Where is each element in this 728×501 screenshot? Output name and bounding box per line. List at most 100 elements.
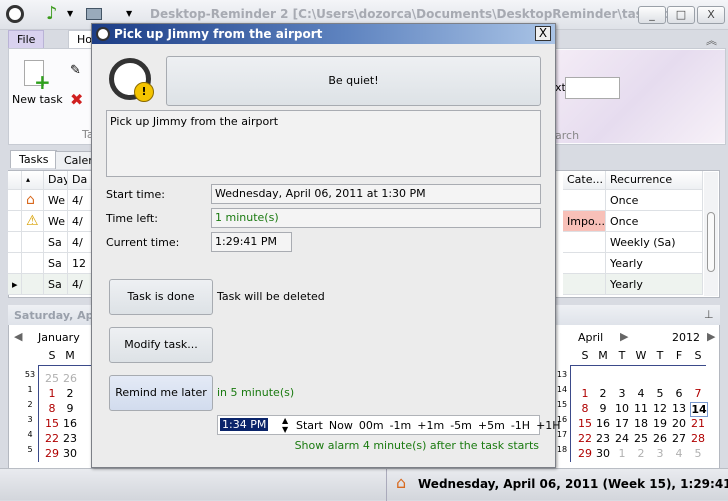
calendar-day[interactable]: 5 bbox=[690, 447, 706, 460]
column-header-day[interactable]: Day bbox=[44, 171, 68, 190]
cell-date[interactable]: 4/ bbox=[68, 211, 92, 232]
quick-adjust-Start-button[interactable]: Start bbox=[296, 419, 323, 432]
quick-adjust-1H-button[interactable]: +1H bbox=[536, 419, 561, 432]
calendar-day[interactable]: 26 bbox=[652, 432, 668, 445]
quick-adjust-5m-button[interactable]: +5m bbox=[478, 419, 505, 432]
row-indicator[interactable] bbox=[8, 232, 22, 253]
cell-category[interactable] bbox=[563, 253, 606, 274]
column-header-recurrence[interactable]: Recurrence bbox=[606, 171, 703, 190]
calendar-day[interactable]: 25 bbox=[633, 432, 649, 445]
music-note-icon[interactable]: ♪ bbox=[46, 3, 58, 24]
calendar-day[interactable]: 16 bbox=[595, 417, 611, 430]
quick-adjust-00m-button[interactable]: 00m bbox=[359, 419, 384, 432]
calendar-day[interactable]: 10 bbox=[614, 402, 630, 415]
cell-date[interactable]: 4/ bbox=[68, 232, 92, 253]
calendar-day[interactable]: 6 bbox=[671, 387, 687, 400]
cell-category[interactable] bbox=[563, 190, 606, 211]
calendar-day[interactable]: 15 bbox=[577, 417, 593, 430]
be-quiet-button[interactable]: Be quiet! bbox=[166, 56, 541, 106]
calendar-day[interactable]: 19 bbox=[652, 417, 668, 430]
calendar-day[interactable]: 2 bbox=[633, 447, 649, 460]
pin-icon[interactable]: ⊥ bbox=[704, 308, 714, 321]
calendar-day[interactable]: 9 bbox=[62, 402, 78, 415]
calendar-day[interactable]: 11 bbox=[633, 402, 649, 415]
column-header-category[interactable]: Cate... bbox=[563, 171, 606, 190]
calendar-day[interactable]: 1 bbox=[614, 447, 630, 460]
cell-date[interactable]: 12 bbox=[68, 253, 92, 274]
calendar-day[interactable]: 3 bbox=[614, 387, 630, 400]
cell-category[interactable] bbox=[563, 274, 606, 295]
calendar-day[interactable]: 15 bbox=[44, 417, 60, 430]
quick-adjust-1m-button[interactable]: -1m bbox=[390, 419, 412, 432]
close-button[interactable]: X bbox=[697, 6, 725, 24]
collapse-ribbon-icon[interactable]: ︽ bbox=[706, 32, 717, 48]
row-indicator[interactable]: ▸ bbox=[8, 274, 22, 295]
cell-day[interactable]: We bbox=[44, 190, 68, 211]
calendar-day[interactable]: 18 bbox=[633, 417, 649, 430]
calendar-day[interactable]: 20 bbox=[671, 417, 687, 430]
row-indicator[interactable] bbox=[8, 253, 22, 274]
next-year-icon[interactable]: ▶ bbox=[707, 330, 715, 343]
calendar-day[interactable]: 29 bbox=[577, 447, 593, 460]
modify-task-button[interactable]: Modify task... bbox=[109, 327, 213, 363]
remind-time-input[interactable]: 1:34 PM bbox=[220, 418, 269, 431]
customize-toolbar-icon[interactable]: ▼ bbox=[126, 9, 132, 18]
calendar-day[interactable]: 22 bbox=[44, 432, 60, 445]
prev-month-icon[interactable]: ◀ bbox=[14, 330, 22, 343]
calendar-day[interactable]: 30 bbox=[595, 447, 611, 460]
cell-day[interactable]: We bbox=[44, 211, 68, 232]
cell-day[interactable]: Sa bbox=[44, 232, 68, 253]
calendar-day[interactable]: 22 bbox=[577, 432, 593, 445]
calendar-day[interactable]: 4 bbox=[671, 447, 687, 460]
calendar-day[interactable]: 17 bbox=[614, 417, 630, 430]
maximize-button[interactable]: □ bbox=[667, 6, 695, 24]
cell-day[interactable]: Sa bbox=[44, 274, 68, 295]
sort-header[interactable]: ▴ bbox=[22, 171, 44, 190]
calendar-day[interactable]: 8 bbox=[44, 402, 60, 415]
cell-category[interactable] bbox=[563, 232, 606, 253]
cell-date[interactable]: 4/ bbox=[68, 274, 92, 295]
calendar-day[interactable]: 26 bbox=[62, 372, 78, 385]
calendar-day[interactable]: 16 bbox=[62, 417, 78, 430]
tab-tasks[interactable]: Tasks bbox=[10, 150, 58, 168]
row-indicator[interactable] bbox=[8, 190, 22, 211]
calendar-day[interactable]: 27 bbox=[671, 432, 687, 445]
scrollbar-thumb[interactable] bbox=[707, 212, 715, 272]
calendar-day[interactable]: 21 bbox=[690, 417, 706, 430]
delete-task-icon[interactable]: ✖ bbox=[70, 90, 83, 109]
calendar-day[interactable]: 2 bbox=[595, 387, 611, 400]
quick-adjust-5m-button[interactable]: -5m bbox=[450, 419, 472, 432]
cell-date[interactable]: 4/ bbox=[68, 190, 92, 211]
quick-adjust-1m-button[interactable]: +1m bbox=[417, 419, 444, 432]
calendar-day[interactable]: 3 bbox=[652, 447, 668, 460]
grid-scrollbar[interactable] bbox=[704, 172, 718, 296]
cell-recurrence[interactable]: Once bbox=[606, 190, 703, 211]
app-clock-icon[interactable] bbox=[6, 5, 24, 23]
edit-task-icon[interactable]: ✎ bbox=[70, 63, 81, 78]
dialog-close-button[interactable]: X bbox=[535, 26, 551, 41]
column-header-date[interactable]: Da bbox=[68, 171, 92, 190]
calendar-day[interactable]: 1 bbox=[44, 387, 60, 400]
cell-day[interactable]: Sa bbox=[44, 253, 68, 274]
cell-category[interactable]: Impo... bbox=[563, 211, 606, 232]
cell-recurrence[interactable]: Yearly bbox=[606, 274, 703, 295]
calendar-day[interactable]: 5 bbox=[652, 387, 668, 400]
new-task-button[interactable]: + New task bbox=[12, 58, 63, 108]
next-month-icon[interactable]: ▶ bbox=[620, 330, 628, 343]
printer-icon[interactable] bbox=[86, 8, 102, 20]
calendar-day[interactable]: 24 bbox=[614, 432, 630, 445]
calendar-day[interactable]: 9 bbox=[595, 402, 611, 415]
calendar-day[interactable]: 4 bbox=[633, 387, 649, 400]
remind-later-button[interactable]: Remind me later bbox=[109, 375, 213, 411]
row-indicator[interactable] bbox=[8, 211, 22, 232]
minimize-button[interactable]: _ bbox=[638, 6, 666, 24]
calendar-day[interactable]: 7 bbox=[690, 387, 706, 400]
cell-recurrence[interactable]: Weekly (Sa) bbox=[606, 232, 703, 253]
calendar-day[interactable]: 13 bbox=[671, 402, 687, 415]
search-input[interactable] bbox=[565, 77, 620, 99]
task-done-button[interactable]: Task is done bbox=[109, 279, 213, 315]
time-spinner[interactable]: ▲ ▼ bbox=[282, 416, 288, 434]
calendar-day[interactable]: 28 bbox=[690, 432, 706, 445]
chevron-down-icon[interactable]: ▼ bbox=[67, 9, 73, 18]
calendar-day[interactable]: 30 bbox=[62, 447, 78, 460]
